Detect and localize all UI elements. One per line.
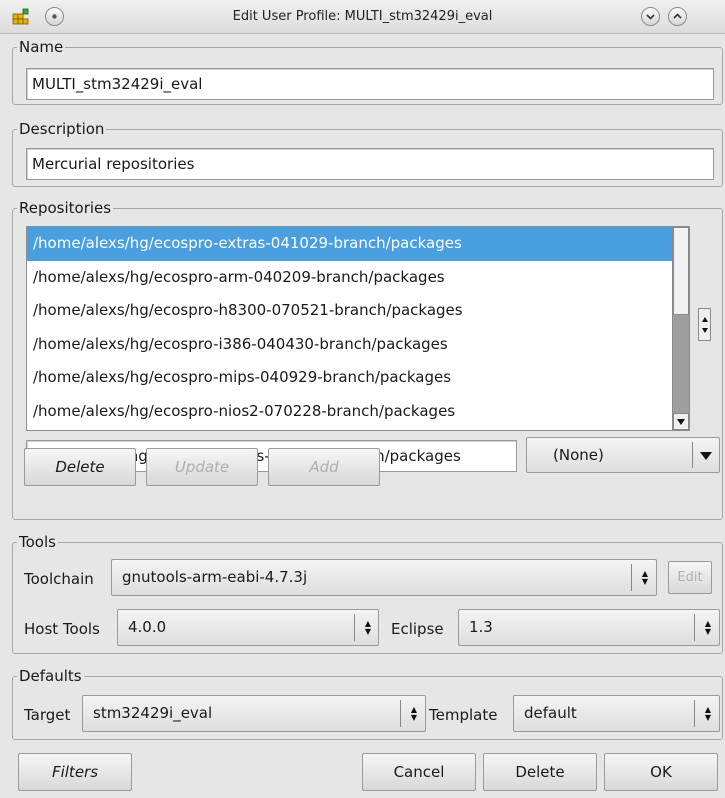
repository-item[interactable]: /home/alexs/hg/ecospro-extras-041029-bra… [27,227,681,261]
filters-button[interactable]: Filters [18,753,132,791]
vcs-type-select[interactable]: (None) [526,437,720,473]
target-value: stm32429i_eval [93,704,213,722]
repository-item[interactable]: /home/alexs/hg/ecospro-h8300-070521-bran… [27,294,681,328]
vcs-type-value: (None) [553,446,604,464]
spin-arrows-icon: ▲ ▼ [364,618,372,636]
delete-profile-button[interactable]: Delete [483,753,597,791]
repository-item[interactable]: /home/alexs/hg/ecospro-i386-040430-branc… [27,328,681,362]
description-group-title: Description [17,119,107,139]
tools-group-title: Tools [17,532,58,552]
repositories-group: Repositories /home/alexs/hg/ecospro-extr… [12,198,723,520]
repository-item[interactable]: /home/alexs/hg/ecospro-arm-040209-branch… [27,261,681,295]
description-group: Description Mercurial repositories [12,119,723,187]
dropdown-arrow-icon [700,452,712,460]
repository-list[interactable]: /home/alexs/hg/ecospro-extras-041029-bra… [26,226,682,431]
minimize-button[interactable] [641,7,660,26]
name-input[interactable]: MULTI_stm32429i_eval [26,68,714,100]
host-tools-select[interactable]: 4.0.0 ▲ ▼ [117,609,379,646]
repository-item[interactable]: /home/alexs/hg/ecospro-mips-040929-branc… [27,361,681,395]
scroll-down-button[interactable] [673,413,689,430]
eclipse-value: 1.3 [469,618,493,636]
ok-button[interactable]: OK [604,753,718,791]
spin-arrows-icon: ▲ ▼ [410,704,418,722]
toolchain-value: gnutools-arm-eabi-4.7.3j [122,568,308,586]
description-input[interactable]: Mercurial repositories [26,148,714,180]
spin-arrows-icon: ▲ ▼ [704,618,712,636]
toolchain-select[interactable]: gnutools-arm-eabi-4.7.3j ▲ ▼ [111,559,657,596]
name-group-title: Name [17,37,66,57]
eclipse-select[interactable]: 1.3 ▲ ▼ [458,609,720,646]
scrollbar-thumb[interactable] [673,227,689,315]
cancel-button[interactable]: Cancel [362,753,476,791]
arrow-down-icon [677,418,685,425]
toolchain-label: Toolchain [24,570,94,588]
target-select[interactable]: stm32429i_eval ▲ ▼ [82,695,426,732]
reorder-stepper[interactable] [698,308,711,341]
chevron-down-icon [646,14,655,20]
target-label: Target [24,706,71,724]
defaults-group-title: Defaults [17,666,84,686]
up-down-arrows-icon [701,316,708,333]
repository-item[interactable]: /home/alexs/hg/ecospro-nios2-070228-bran… [27,395,681,429]
defaults-group: Defaults Target stm32429i_eval ▲ ▼ Templa… [12,666,723,740]
template-label: Template [429,706,498,724]
title-bar[interactable]: Edit User Profile: MULTI_stm32429i_eval [0,0,725,34]
update-repository-button[interactable]: Update [146,448,258,486]
template-select[interactable]: default ▲ ▼ [513,695,720,732]
repositories-group-title: Repositories [17,198,114,218]
delete-repository-button[interactable]: Delete [24,448,136,486]
host-tools-label: Host Tools [24,620,100,638]
edit-toolchain-button[interactable]: Edit [668,561,712,594]
maximize-button[interactable] [668,7,687,26]
window-title: Edit User Profile: MULTI_stm32429i_eval [232,9,493,24]
eclipse-label: Eclipse [391,620,444,638]
tools-group: Tools Toolchain gnutools-arm-eabi-4.7.3j… [12,532,723,654]
chevron-up-icon [673,13,682,19]
name-group: Name MULTI_stm32429i_eval [12,37,723,105]
spin-arrows-icon: ▲ ▼ [641,568,649,586]
host-tools-value: 4.0.0 [128,618,167,636]
add-repository-button[interactable]: Add [268,448,380,486]
spin-arrows-icon: ▲ ▼ [704,704,712,722]
template-value: default [524,704,577,722]
